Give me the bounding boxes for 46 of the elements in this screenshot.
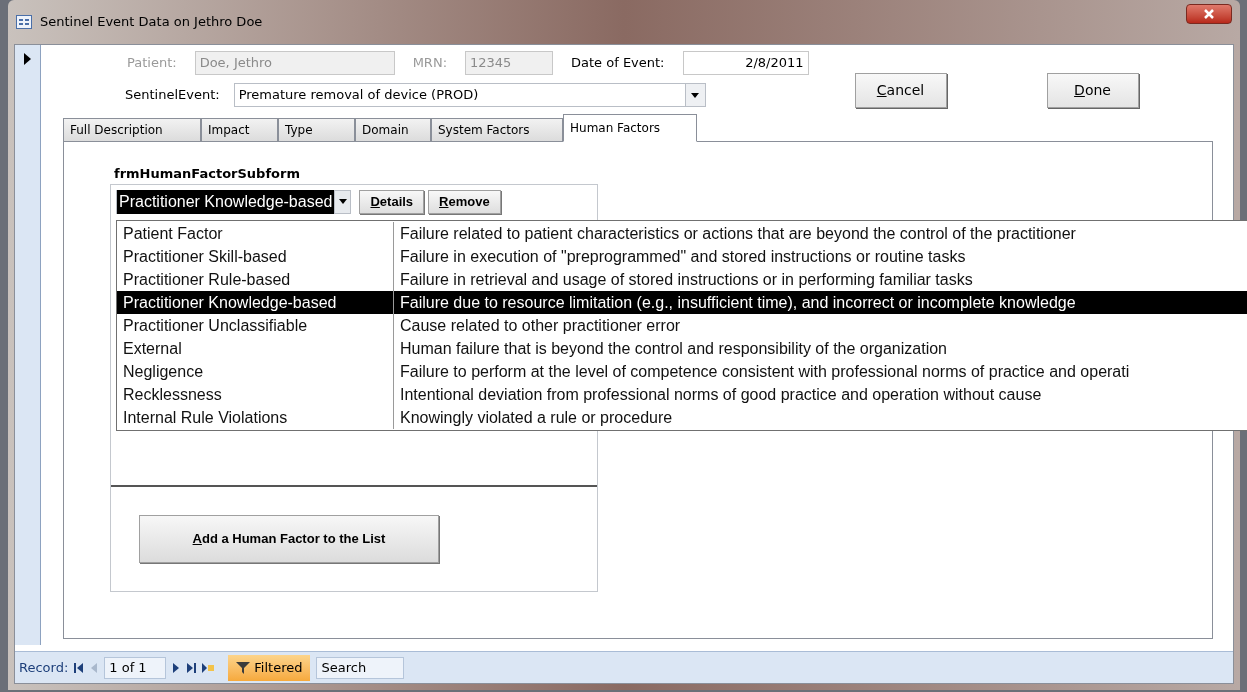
close-icon xyxy=(1203,9,1215,19)
last-record-icon[interactable] xyxy=(186,662,197,673)
tab[interactable]: Domain xyxy=(355,118,431,142)
add-human-factor-button[interactable]: Add a Human Factor to the List xyxy=(139,514,439,563)
current-record-icon xyxy=(24,53,31,65)
subform-button[interactable]: Remove xyxy=(428,189,501,214)
filter-toggle[interactable]: Filtered xyxy=(228,654,311,681)
option-description: Human failure that is beyond the control and responsibility of the organization xyxy=(399,338,947,359)
filter-icon xyxy=(236,661,251,674)
option-description: Cause related to other practitioner error xyxy=(399,315,681,336)
option-description: Failure in execution of "preprogrammed" and stored instructions or routine tasks xyxy=(399,246,966,267)
tab[interactable]: Type xyxy=(278,118,355,142)
form-icon xyxy=(16,15,32,29)
next-record-icon[interactable] xyxy=(172,662,181,673)
subform-button[interactable]: Details xyxy=(359,189,425,214)
form-button[interactable]: Cancel xyxy=(854,73,947,108)
sentinel-event-combo[interactable]: Premature removal of device (PROD) xyxy=(233,83,706,107)
option-name: Internal Rule Violations xyxy=(117,406,394,429)
field-label: Patient: xyxy=(127,54,177,73)
human-factor-combo[interactable]: Practitioner Knowledge-based xyxy=(116,189,352,214)
dropdown-arrow-icon xyxy=(338,199,347,204)
subform-label: frmHumanFactorSubform xyxy=(114,165,301,183)
option-description: Failure in retrieval and usage of stored instructions or in performing familiar tasks xyxy=(399,269,973,290)
window-title: Sentinel Event Data on Jethro Doe xyxy=(40,13,264,32)
form-button[interactable]: Done xyxy=(1046,73,1139,108)
option-description: Failure to perform at the level of competence consistent with professional norms of practice and operati xyxy=(399,361,1130,382)
option-description: Failure related to patient characteristics or actions that are beyond the control of the practitioner xyxy=(399,223,1076,244)
option-description: Intentional deviation from professional norms of good practice and operation without cause xyxy=(399,384,1042,405)
tab[interactable]: Human Factors xyxy=(563,114,697,142)
tab[interactable]: Impact xyxy=(201,118,278,142)
option-description: Failure due to resource limitation (e.g., insufficient time), and incorrect or incomplete knowledge xyxy=(399,292,1076,313)
field-label: Date of Event: xyxy=(571,54,665,73)
record-position-field[interactable]: 1 of 1 xyxy=(104,656,167,679)
dropdown-option[interactable]: Practitioner Knowledge-based Failure due to resource limitation (e.g., insufficient time), and incorrect or incomplete knowledge xyxy=(117,291,1247,314)
field-label: SentinelEvent: xyxy=(125,86,220,105)
tab[interactable]: Full Description xyxy=(63,118,201,142)
record-label: Record: xyxy=(19,658,69,677)
new-record-icon[interactable] xyxy=(202,662,215,673)
field-label: MRN: xyxy=(412,54,447,73)
close-button[interactable] xyxy=(1186,4,1232,24)
text-field[interactable]: 2/8/2011 xyxy=(682,51,809,75)
first-record-icon[interactable] xyxy=(74,662,85,673)
dropdown-arrow-icon xyxy=(691,92,700,98)
search-field[interactable]: Search xyxy=(316,656,405,679)
tab[interactable]: System Factors xyxy=(431,118,563,142)
option-description: Knowingly violated a rule or procedure xyxy=(399,407,673,428)
